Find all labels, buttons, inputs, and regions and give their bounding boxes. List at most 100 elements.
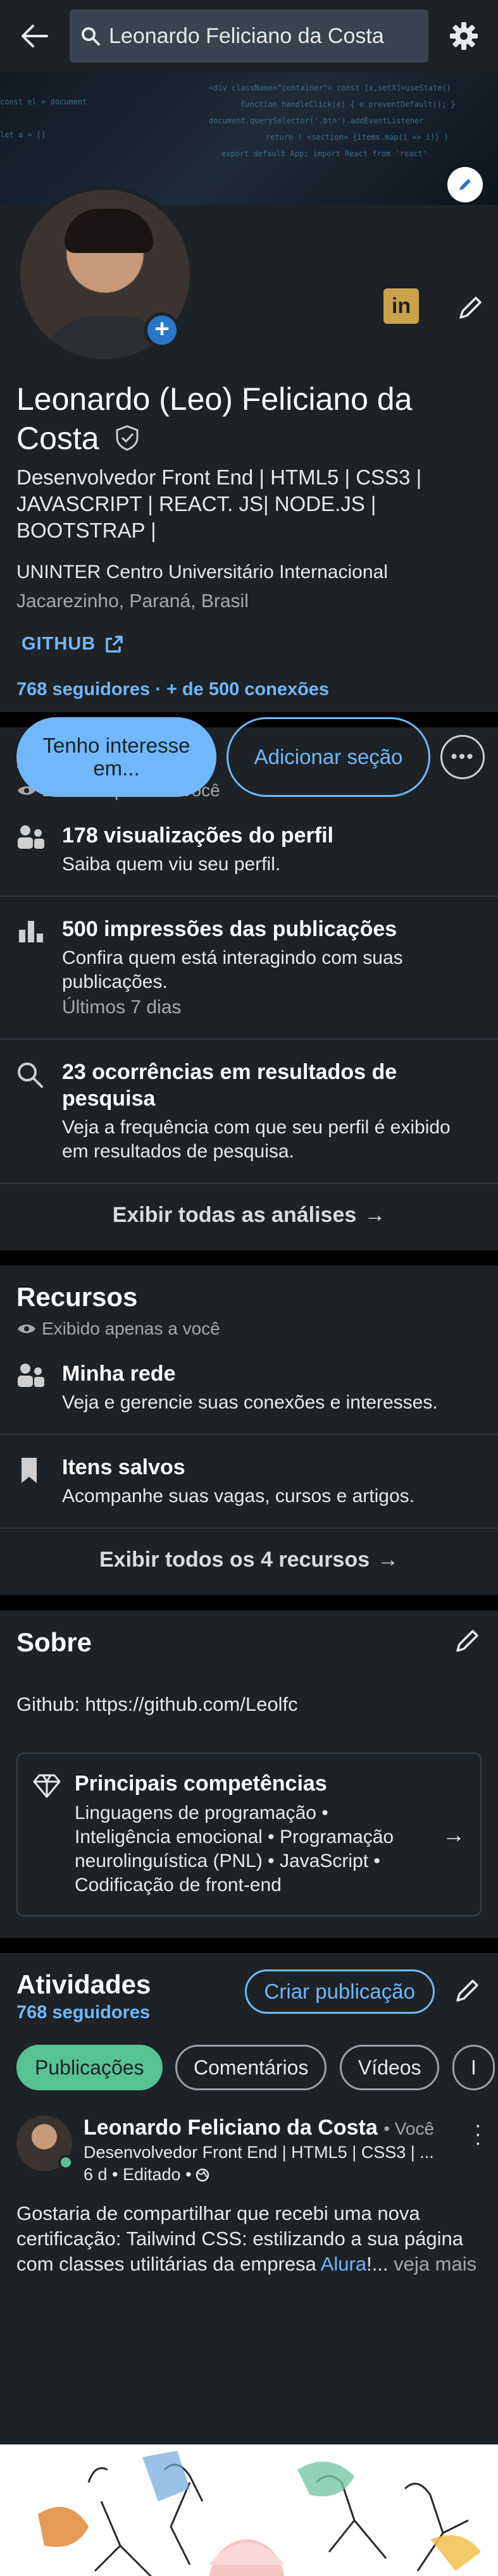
analytics-item-subtitle: Confira quem está interagindo com suas p… (62, 947, 403, 992)
add-section-button[interactable]: Adicionar seção (227, 717, 430, 797)
github-link[interactable]: GITHUB (22, 634, 123, 655)
network-counts: 768 seguidores · + de 500 conexões (16, 679, 329, 700)
post-meta-text: 6 d • Editado • (84, 2165, 192, 2184)
about-section: Sobre Github: https://github.com/Leolfc … (0, 1610, 498, 1938)
banner-edit-icon[interactable] (447, 167, 483, 202)
post-author-name[interactable]: Leonardo Feliciano da Costa (84, 2116, 378, 2140)
analytics-item-subtitle: Saiba quem viu seu perfil. (62, 854, 281, 875)
post-text: Gostaria de compartilhar que recebi uma … (0, 2185, 498, 2277)
back-arrow-icon[interactable] (14, 16, 54, 56)
section-divider (0, 1938, 498, 1953)
arrow-right-icon: → (364, 1203, 386, 1227)
resource-item-subtitle: Acompanhe suas vagas, cursos e artigos. (62, 1486, 414, 1507)
arrow-right-icon: → (377, 1548, 399, 1572)
resource-item-subtitle: Veja e gerencie suas conexões e interess… (62, 1392, 438, 1413)
activity-title: Atividades (16, 1969, 151, 1999)
show-all-resources-label: Exibir todos os 4 recursos (99, 1548, 370, 1572)
top-bar: Leonardo Feliciano da Costa (0, 0, 498, 72)
tab-posts[interactable]: Publicações (16, 2045, 163, 2090)
activity-tabs: Publicações Comentários Vídeos I (0, 2023, 498, 2090)
tab-videos[interactable]: Vídeos (339, 2045, 440, 2090)
about-text: Github: https://github.com/Leolfc (16, 1693, 298, 1715)
post-mention-alura[interactable]: Alura (321, 2253, 366, 2275)
see-more-link[interactable]: veja mais (394, 2253, 476, 2275)
gear-icon[interactable] (444, 16, 484, 56)
show-all-analytics-link[interactable]: Exibir todas as análises → (0, 1184, 498, 1250)
top-skills-title: Principais competências (75, 1772, 327, 1796)
profile-card: <div className="container"> const [x,set… (0, 72, 498, 797)
post-author-you: • Você (383, 2119, 435, 2138)
tab-images[interactable]: I (452, 2045, 495, 2090)
post-author-avatar[interactable] (16, 2116, 73, 2171)
post-image[interactable] (0, 2444, 498, 2576)
activity-followers[interactable]: 768 seguidores (16, 2002, 151, 2023)
search-icon (16, 1059, 48, 1164)
resources-title: Recursos (16, 1282, 138, 1312)
dot-separator: · (155, 679, 166, 699)
edit-about-icon[interactable] (454, 1627, 482, 1658)
post-header: Leonardo Feliciano da Costa • Você Desen… (0, 2090, 498, 2185)
open-to-button[interactable]: Tenho interesse em... (16, 717, 216, 797)
profile-name: Leonardo (Leo) Feliciano da Costa (16, 379, 459, 460)
profile-location: Jacarezinho, Paraná, Brasil (16, 591, 249, 612)
about-title: Sobre (16, 1627, 92, 1657)
analytics-section: Análise Exibido apenas a você 178 visual… (0, 727, 498, 1250)
edit-activity-icon[interactable] (454, 1976, 482, 2007)
search-icon (82, 27, 100, 46)
show-all-analytics-label: Exibir todas as análises (112, 1203, 357, 1227)
section-divider (0, 1250, 498, 1266)
edit-intro-icon[interactable] (454, 291, 487, 324)
verified-shield-icon[interactable] (113, 421, 141, 460)
globe-icon (196, 2168, 209, 2181)
profile-name-text: Leonardo (Leo) Feliciano da Costa (16, 381, 413, 456)
github-link-label: GITHUB (22, 634, 96, 654)
resource-item-saved[interactable]: Itens salvos Acompanhe suas vagas, curso… (0, 1435, 498, 1529)
analytics-item-profile-views[interactable]: 178 visualizações do perfil Saiba quem v… (0, 803, 498, 897)
activity-section: Atividades 768 seguidores Criar publicaç… (0, 1953, 498, 2576)
post-text-ellipsis: !... (366, 2253, 389, 2275)
bookmark-icon (16, 1454, 48, 1508)
bar-chart-icon (16, 916, 48, 1020)
analytics-item-title: 178 visualizações do perfil (62, 823, 333, 847)
private-note: Exibido apenas a você (16, 1319, 482, 1339)
private-note-text: Exibido apenas a você (42, 1319, 220, 1338)
resource-item-title: Itens salvos (62, 1455, 185, 1479)
profile-banner[interactable]: <div className="container"> const [x,set… (0, 72, 498, 205)
profile-headline: Desenvolvedor Front End | HTML5 | CSS3 |… (16, 465, 422, 542)
external-link-icon (106, 635, 123, 653)
analytics-item-impressions[interactable]: 500 impressões das publicações Confira q… (0, 897, 498, 1040)
add-photo-icon[interactable]: + (144, 312, 180, 348)
analytics-item-search-appearances[interactable]: 23 ocorrências em resultados de pesquisa… (0, 1040, 498, 1184)
post-meta: 6 d • Editado • (84, 2165, 438, 2185)
resource-item-my-network[interactable]: Minha rede Veja e gerencie suas conexões… (0, 1341, 498, 1435)
profile-education[interactable]: UNINTER Centro Universitário Internacion… (16, 562, 388, 583)
analytics-item-meta: Últimos 7 dias (62, 997, 182, 1018)
connections-link[interactable]: + de 500 conexões (166, 679, 329, 699)
diamond-icon (33, 1772, 61, 1801)
people-icon (16, 1360, 48, 1415)
create-post-button[interactable]: Criar publicação (244, 1969, 435, 2014)
analytics-item-subtitle: Veja a frequência com que seu perfil é e… (62, 1117, 451, 1162)
analytics-item-title: 23 ocorrências em resultados de pesquisa (62, 1060, 397, 1111)
search-query: Leonardo Feliciano da Costa (109, 23, 384, 48)
top-skills-card[interactable]: Principais competências Linguagens de pr… (16, 1753, 482, 1916)
resource-item-title: Minha rede (62, 1362, 176, 1386)
post-more-icon[interactable]: · · · (475, 2114, 482, 2154)
post-author-headline: Desenvolvedor Front End | HTML5 | CSS3 |… (84, 2143, 434, 2162)
eye-icon (18, 1324, 35, 1333)
top-skills-list: Linguagens de programação • Inteligência… (75, 1803, 394, 1895)
linkedin-logo-icon[interactable]: in (383, 288, 419, 324)
avatar-hair (65, 209, 153, 253)
online-status-dot (58, 2155, 73, 2170)
analytics-item-title: 500 impressões das publicações (62, 917, 397, 941)
followers-link[interactable]: 768 seguidores (16, 679, 150, 699)
more-options-icon[interactable]: ••• (440, 735, 485, 779)
search-input[interactable]: Leonardo Feliciano da Costa (70, 9, 428, 63)
tab-comments[interactable]: Comentários (175, 2045, 327, 2090)
arrow-right-icon: → (442, 1821, 465, 1847)
people-icon (16, 822, 48, 877)
resources-section: Recursos Exibido apenas a você Minha red… (0, 1266, 498, 1595)
profile-actions: Tenho interesse em... Adicionar seção ••… (16, 717, 485, 797)
show-all-resources-link[interactable]: Exibir todos os 4 recursos → (0, 1529, 498, 1595)
section-divider (0, 1595, 498, 1610)
